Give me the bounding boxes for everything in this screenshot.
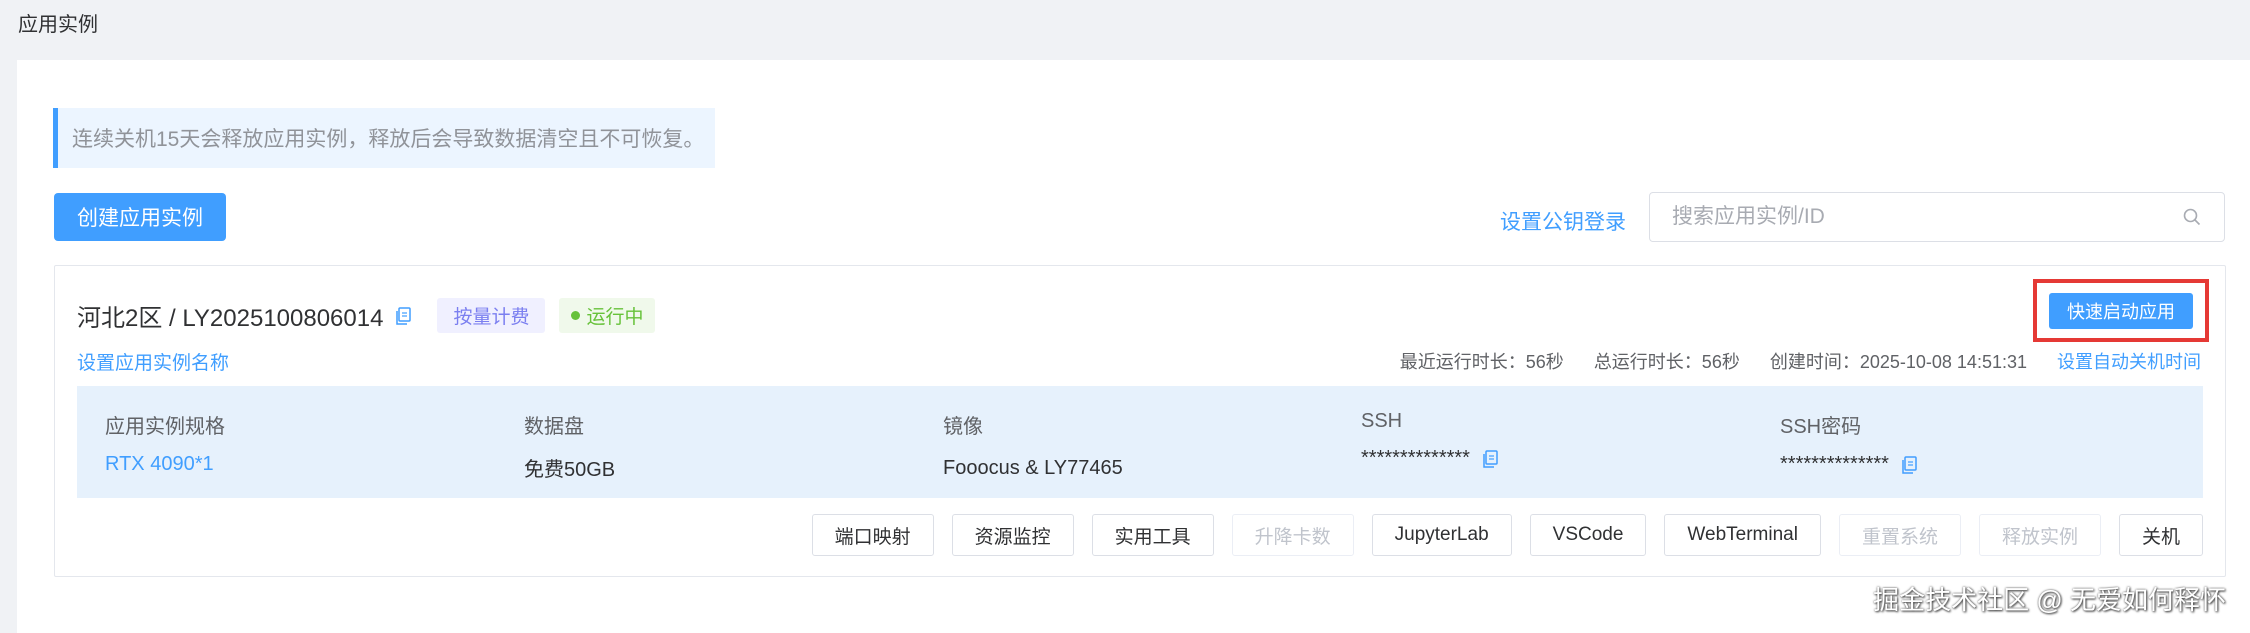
info-label: 应用实例规格 (105, 416, 225, 438)
recent-runtime: 最近运行时长：56秒 (1399, 352, 1564, 372)
watermark: 掘金技术社区 @ 无爱如何释怀 (1873, 585, 2226, 615)
instance-title: 河北2区 / LY2025100806014 (77, 305, 384, 332)
instance-meta: 最近运行时长：56秒 总运行时长：56秒 创建时间：2025-10-08 14:… (1370, 348, 2201, 374)
info-ssh-password: SSH密码 ************** (1780, 410, 1919, 476)
copy-icon[interactable] (1480, 449, 1500, 469)
shutdown-button[interactable]: 关机 (2118, 514, 2203, 556)
rename-instance-link[interactable]: 设置应用实例名称 (77, 348, 229, 375)
copy-icon[interactable] (1899, 455, 1919, 475)
info-value: 免费50GB (524, 459, 616, 481)
quick-start-button[interactable]: 快速启动应用 (2049, 292, 2193, 329)
info-label: SSH密码 (1780, 416, 1862, 438)
info-ssh: SSH ************** (1361, 410, 1500, 470)
info-value: Fooocus & LY77465 (943, 457, 1123, 479)
created-time: 创建时间：2025-10-08 14:51:31 (1769, 352, 2027, 372)
auto-shutdown-link[interactable]: 设置自动关机时间 (2057, 348, 2201, 374)
search-input[interactable] (1672, 205, 2182, 229)
quick-start-highlight: 快速启动应用 (2033, 279, 2209, 342)
billing-tag: 按量计费 (437, 298, 546, 333)
info-value: ************** (1780, 453, 1919, 476)
info-label: 镜像 (943, 416, 983, 438)
vscode-button[interactable]: VSCode (1529, 514, 1647, 556)
status-dot-icon (571, 311, 581, 320)
utilities-button[interactable]: 实用工具 (1091, 514, 1214, 556)
resource-monitor-button[interactable]: 资源监控 (951, 514, 1074, 556)
info-spec: 应用实例规格 RTX 4090*1 (105, 410, 225, 476)
search-icon[interactable] (2182, 207, 2202, 227)
info-label: 数据盘 (524, 416, 584, 438)
jupyterlab-button[interactable]: JupyterLab (1371, 514, 1512, 556)
copy-icon[interactable] (393, 306, 413, 326)
scale-gpu-button[interactable]: 升降卡数 (1231, 514, 1354, 556)
info-label: SSH (1361, 410, 1403, 432)
info-disk: 数据盘 免费50GB (524, 410, 615, 482)
release-instance-button[interactable]: 释放实例 (1978, 514, 2101, 556)
search-box (1649, 192, 2225, 242)
ssh-value: ************** (1361, 447, 1470, 469)
reset-system-button[interactable]: 重置系统 (1838, 514, 1961, 556)
total-runtime: 总运行时长：56秒 (1593, 352, 1740, 372)
status-badge: 运行中 (559, 298, 656, 333)
instance-actions: 端口映射 资源监控 实用工具 升降卡数 JupyterLab VSCode We… (794, 514, 2203, 556)
instance-header: 河北2区 / LY2025100806014 按量计费 运行中 (77, 298, 656, 333)
ssh-password-value: ************** (1780, 453, 1889, 475)
release-notice: 连续关机15天会释放应用实例，释放后会导致数据清空且不可恢复。 (53, 108, 715, 168)
set-pubkey-login-link[interactable]: 设置公钥登录 (1500, 206, 1626, 236)
create-instance-button[interactable]: 创建应用实例 (54, 193, 226, 241)
spec-value-link[interactable]: RTX 4090*1 (105, 453, 225, 476)
webterminal-button[interactable]: WebTerminal (1664, 514, 1821, 556)
main-panel: 连续关机15天会释放应用实例，释放后会导致数据清空且不可恢复。 创建应用实例 设… (17, 60, 2250, 633)
port-mapping-button[interactable]: 端口映射 (811, 514, 934, 556)
instance-card: 河北2区 / LY2025100806014 按量计费 运行中 设置应用实例名称… (54, 265, 2226, 577)
status-label: 运行中 (586, 307, 644, 328)
info-value: ************** (1361, 447, 1500, 470)
page-title: 应用实例 (18, 14, 98, 36)
info-image: 镜像 Fooocus & LY77465 (943, 410, 1123, 480)
instance-info-box: 应用实例规格 RTX 4090*1 数据盘 免费50GB 镜像 Fooocus … (77, 386, 2203, 498)
